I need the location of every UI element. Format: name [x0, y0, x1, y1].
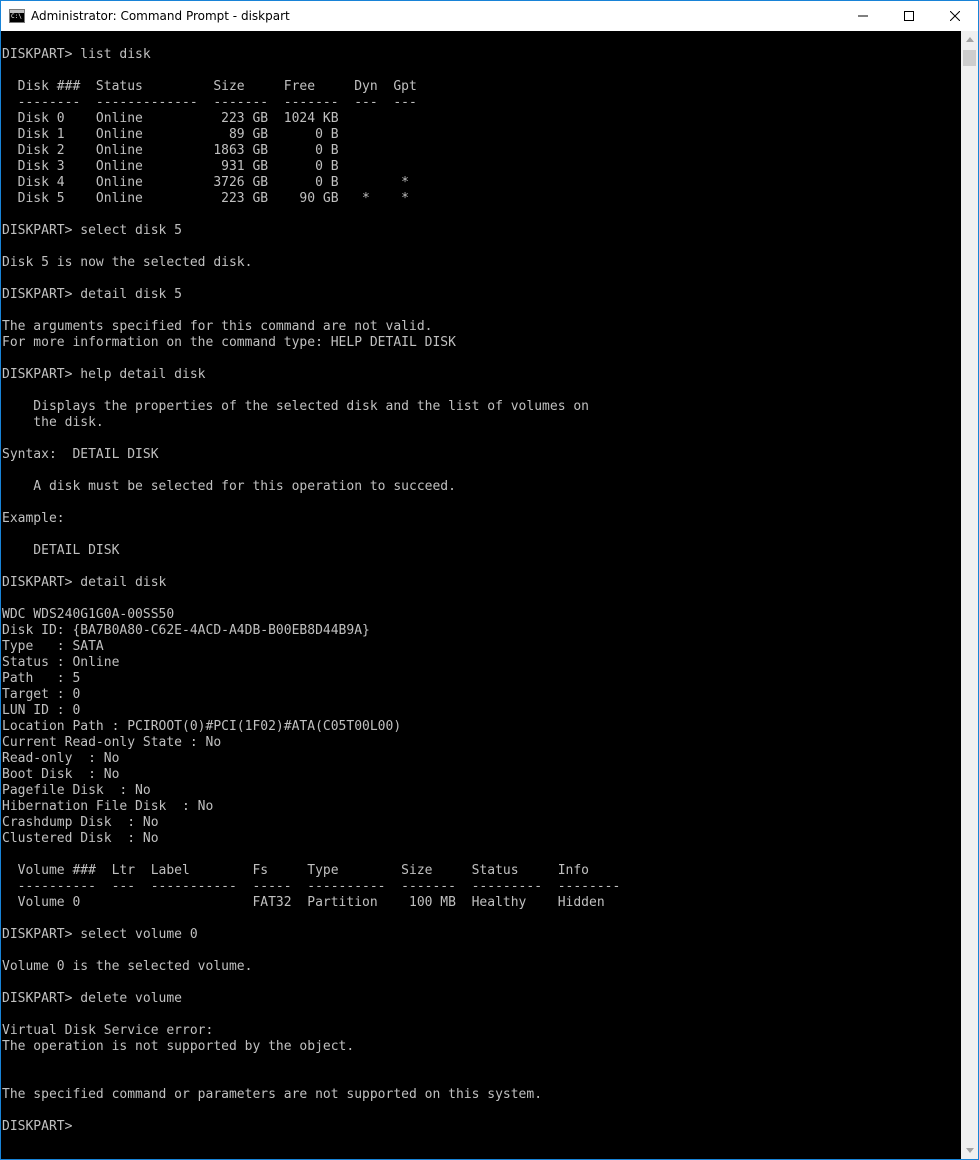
close-icon	[950, 11, 960, 21]
console-line: Hibernation File Disk : No	[2, 799, 214, 814]
console-line: Crashdump Disk : No	[2, 815, 159, 830]
console-line: Type : SATA	[2, 639, 104, 654]
console-line: Read-only : No	[2, 751, 120, 766]
console-line: Path : 5	[2, 671, 81, 686]
console-line: Volume 0 FAT32 Partition 100 MB Healthy …	[2, 895, 605, 910]
console-line: The specified command or parameters are …	[2, 1087, 543, 1102]
console-line: Boot Disk : No	[2, 767, 120, 782]
console-line: Disk 3 Online 931 GB 0 B	[2, 159, 339, 174]
console-line: Disk ID: {BA7B0A80-C62E-4ACD-A4DB-B00EB8…	[2, 623, 370, 638]
console-line: The operation is not supported by the ob…	[2, 1039, 355, 1054]
console-line: Clustered Disk : No	[2, 831, 159, 846]
console-line: Syntax: DETAIL DISK	[2, 447, 159, 462]
console-line: ---------- --- ----------- ----- -------…	[2, 879, 621, 894]
console-text: DISKPART> list disk Disk ### Status Size…	[1, 31, 962, 1135]
scroll-up-arrow-icon	[965, 37, 974, 42]
console-line: Disk 0 Online 223 GB 1024 KB	[2, 111, 339, 126]
close-button[interactable]	[932, 1, 978, 31]
console-line: Virtual Disk Service error:	[2, 1023, 214, 1038]
minimize-icon	[858, 15, 868, 17]
console-line: Current Read-only State : No	[2, 735, 222, 750]
command-prompt-window: Administrator: Command Prompt - diskpart…	[0, 0, 979, 1160]
console-line: DISKPART> select volume 0	[2, 927, 198, 942]
maximize-icon	[904, 11, 914, 21]
scroll-down-button[interactable]	[961, 1142, 978, 1159]
console-output-area[interactable]: DISKPART> list disk Disk ### Status Size…	[1, 31, 962, 1159]
console-line: Disk 5 Online 223 GB 90 GB * *	[2, 191, 409, 206]
console-line: DISKPART> delete volume	[2, 991, 183, 1006]
console-line: Volume 0 is the selected volume.	[2, 959, 253, 974]
console-line: Disk 4 Online 3726 GB 0 B *	[2, 175, 409, 190]
scroll-down-arrow-icon	[965, 1148, 974, 1153]
console-line: LUN ID : 0	[2, 703, 81, 718]
console-line: DISKPART> list disk	[2, 47, 151, 62]
console-line: Pagefile Disk : No	[2, 783, 151, 798]
console-line: The arguments specified for this command…	[2, 319, 433, 334]
scroll-up-button[interactable]	[961, 31, 978, 48]
console-line: Example:	[2, 511, 65, 526]
console-line: DISKPART> select disk 5	[2, 223, 183, 238]
console-line: Disk 2 Online 1863 GB 0 B	[2, 143, 339, 158]
console-line: Disk ### Status Size Free Dyn Gpt	[2, 79, 417, 94]
console-line: DISKPART> detail disk 5	[2, 287, 183, 302]
title-bar[interactable]: Administrator: Command Prompt - diskpart	[1, 1, 978, 31]
console-line: DISKPART> help detail disk	[2, 367, 206, 382]
console-line: DISKPART>	[2, 1119, 81, 1134]
cmd-icon	[9, 9, 25, 23]
console-line: WDC WDS240G1G0A-00SS50	[2, 607, 175, 622]
console-line: Volume ### Ltr Label Fs Type Size Status…	[2, 863, 589, 878]
maximize-button[interactable]	[886, 1, 932, 31]
console-line: Target : 0	[2, 687, 81, 702]
window-title: Administrator: Command Prompt - diskpart	[31, 9, 290, 23]
console-line: -------- ------------- ------- ------- -…	[2, 95, 417, 110]
console-line: Disk 1 Online 89 GB 0 B	[2, 127, 339, 142]
console-line: the disk.	[2, 415, 104, 430]
console-line: Status : Online	[2, 655, 120, 670]
minimize-button[interactable]	[840, 1, 886, 31]
console-line: Displays the properties of the selected …	[2, 399, 589, 414]
console-line: For more information on the command type…	[2, 335, 456, 350]
vertical-scrollbar[interactable]	[961, 31, 978, 1159]
console-line: Location Path : PCIROOT(0)#PCI(1F02)#ATA…	[2, 719, 402, 734]
console-line: DETAIL DISK	[2, 543, 120, 558]
console-line: Disk 5 is now the selected disk.	[2, 255, 253, 270]
console-line: A disk must be selected for this operati…	[2, 479, 456, 494]
console-line: DISKPART> detail disk	[2, 575, 167, 590]
scroll-thumb[interactable]	[963, 50, 976, 66]
